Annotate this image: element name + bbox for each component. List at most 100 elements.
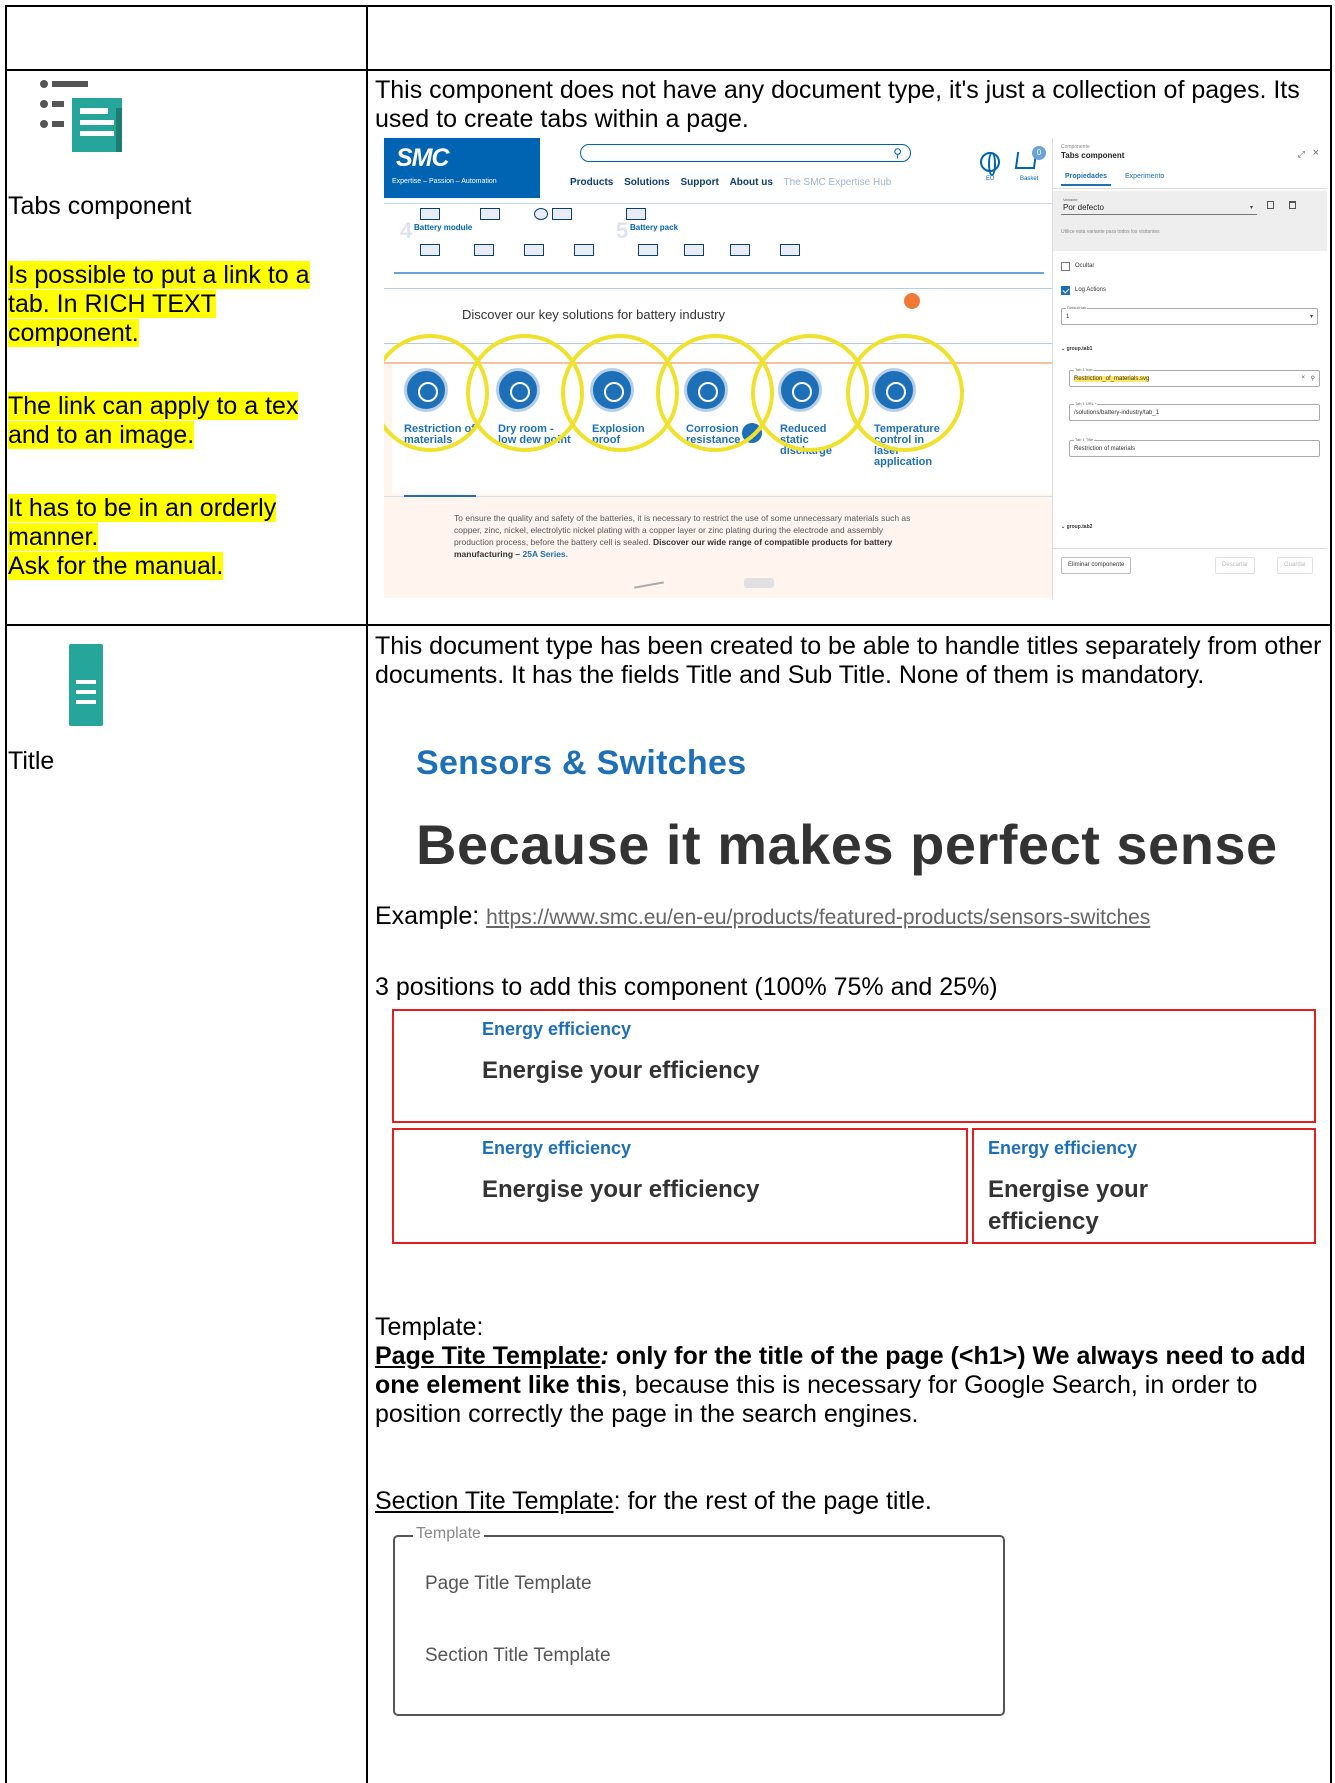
- sample-small-title: Energy efficiency: [482, 1138, 632, 1158]
- save-button[interactable]: Guardar: [1277, 557, 1314, 574]
- doc-line: [76, 700, 96, 704]
- page-template-colon: :: [600, 1342, 609, 1370]
- trash-icon[interactable]: [1289, 201, 1296, 209]
- expand-icon[interactable]: ⤢: [1298, 149, 1305, 160]
- sample-big-title: Energise your efficiency: [482, 1176, 760, 1203]
- document-icon: [69, 644, 103, 726]
- template-option-section[interactable]: Section Title Template: [425, 1645, 611, 1667]
- process-icon: [420, 208, 440, 220]
- note-text: The link can apply to a tex and to an im…: [8, 392, 299, 449]
- region-label: EU: [986, 176, 995, 182]
- nav-products[interactable]: Products: [570, 177, 613, 188]
- group-tab2-toggle[interactable]: ⌄ group.tab2: [1061, 524, 1092, 530]
- chevron-down-icon: ▾: [1309, 314, 1313, 320]
- log-actions-checkbox[interactable]: [1061, 286, 1070, 295]
- process-icon: [638, 244, 658, 256]
- component-name: Tabs component: [8, 192, 192, 220]
- tab1-url-label: Tab 1 URL *: [1074, 401, 1098, 406]
- doc-line: [76, 690, 96, 694]
- delete-component-button[interactable]: Eliminar componente: [1061, 557, 1132, 574]
- nav-support[interactable]: Support: [680, 177, 718, 188]
- editor-panel: Componente Tabs component ⤢ × Propiedade…: [1052, 138, 1327, 599]
- page-template-name: Page Tite Template: [375, 1342, 601, 1370]
- process-icon: [480, 208, 500, 220]
- default-tab-select[interactable]: Default tab 1 ▾: [1061, 305, 1318, 325]
- note-link-apply: The link can apply to a tex and to an im…: [8, 392, 318, 450]
- hide-checkbox[interactable]: [1061, 262, 1070, 271]
- variant-section: Variante Por defecto ▾ Utilice esta vari…: [1053, 191, 1327, 251]
- tab1-url-value: /solutions/battery-industry/tab_1: [1074, 410, 1160, 416]
- search-icon[interactable]: ⚲: [893, 145, 902, 161]
- step-label: Battery pack: [630, 223, 679, 232]
- edit-dot-icon[interactable]: [904, 293, 920, 309]
- site-header: SMC Expertise – Passion – Automation ⚲ P…: [384, 138, 1052, 204]
- title-sample-25: Energy efficiency Energise your efficien…: [972, 1128, 1316, 1244]
- process-icon: [474, 244, 494, 256]
- nav-about[interactable]: About us: [730, 177, 773, 188]
- sample-small-title: Energy efficiency: [482, 1019, 632, 1039]
- discard-button[interactable]: Descartar: [1215, 557, 1256, 574]
- tab1-title-label: Tab 1 Title: [1074, 437, 1095, 442]
- nav-expertise-hub[interactable]: The SMC Expertise Hub: [784, 177, 892, 188]
- hide-checkbox-label: Ocultar: [1075, 263, 1095, 269]
- close-icon[interactable]: ×: [1313, 147, 1319, 159]
- product-image: [634, 581, 664, 589]
- component-description: This component does not have any documen…: [375, 76, 1300, 133]
- tab1-icon-field[interactable]: Tab 1 Icon Restriction_of_materials.svg …: [1069, 367, 1320, 387]
- copy-icon[interactable]: [1267, 201, 1274, 209]
- globe-icon[interactable]: [980, 152, 1000, 176]
- smc-logo[interactable]: SMC Expertise – Passion – Automation: [384, 138, 540, 198]
- search-icon[interactable]: ⚲: [1311, 375, 1315, 382]
- positions-text: 3 positions to add this component (100% …: [375, 973, 998, 1001]
- component-name: Title: [8, 747, 55, 775]
- product-image: [744, 578, 774, 588]
- title-sample-100: Energy efficiency Energise your efficien…: [392, 1009, 1316, 1123]
- tab-paragraph: To ensure the quality and safety of the …: [454, 512, 924, 560]
- paragraph-link[interactable]: 25A Series.: [523, 549, 569, 559]
- site-search-input[interactable]: ⚲: [580, 144, 911, 162]
- logo-tagline: Expertise – Passion – Automation: [392, 178, 497, 185]
- tab-experiment[interactable]: Experimento: [1125, 173, 1164, 180]
- variant-value: Por defecto: [1063, 203, 1104, 212]
- template-select-label: Template: [413, 1525, 484, 1543]
- process-icon: [730, 244, 750, 256]
- tab1-title-field[interactable]: Tab 1 Title Restriction of materials: [1069, 437, 1320, 457]
- group-tab1-label: group.tab1: [1066, 346, 1093, 352]
- template-select[interactable]: Template Page Title Template Section Tit…: [393, 1525, 1005, 1716]
- process-icon: [574, 244, 594, 256]
- page-template-description: Page Tite Template: only for the title o…: [375, 1342, 1325, 1429]
- template-heading: Template:: [375, 1313, 484, 1341]
- variant-note: Utilice esta variante para todos los vis…: [1061, 229, 1160, 235]
- site-nav: Products Solutions Support About us The …: [570, 177, 899, 188]
- tab-properties[interactable]: Propiedades: [1061, 173, 1112, 186]
- sample-subtitle: Sensors & Switches: [416, 744, 747, 782]
- process-icon: [534, 208, 548, 220]
- template-option-page[interactable]: Page Title Template: [425, 1573, 592, 1595]
- list-tabs-icon: [40, 80, 122, 152]
- sample-small-title: Energy efficiency: [988, 1138, 1138, 1158]
- variant-select[interactable]: Variante Por defecto ▾: [1061, 197, 1257, 215]
- note-link-tab: Is possible to put a link to a tab. In R…: [8, 261, 348, 348]
- logo-mark: SMC: [396, 144, 450, 172]
- panel-kind: Componente: [1061, 144, 1090, 150]
- clear-icon[interactable]: ×: [1301, 375, 1305, 381]
- nav-solutions[interactable]: Solutions: [624, 177, 670, 188]
- tabs-divider: [384, 496, 1052, 497]
- row-divider: [5, 624, 1332, 626]
- section-template-description: Section Tite Template: for the rest of t…: [375, 1487, 1330, 1516]
- note-manual: Ask for the manual.: [8, 552, 362, 581]
- process-icon: [684, 244, 704, 256]
- doc-line: [76, 680, 96, 684]
- note-text: Is possible to put a link to a tab. In R…: [8, 261, 310, 347]
- panel-title: Tabs component: [1061, 151, 1125, 160]
- tab1-url-field[interactable]: Tab 1 URL * /solutions/battery-industry/…: [1069, 401, 1320, 421]
- active-tab-underline: [404, 495, 476, 497]
- process-icon: [524, 244, 544, 256]
- process-icon: [780, 244, 800, 256]
- row-divider: [5, 69, 1332, 71]
- example-link[interactable]: https://www.smc.eu/en-eu/products/featur…: [486, 906, 1150, 929]
- tab1-icon-label: Tab 1 Icon: [1074, 367, 1095, 372]
- tabs-area: Restriction of materials Dry room - low …: [384, 334, 1052, 598]
- group-tab1-toggle[interactable]: ⌄ group.tab1: [1061, 346, 1092, 352]
- step-number: 5: [616, 218, 629, 243]
